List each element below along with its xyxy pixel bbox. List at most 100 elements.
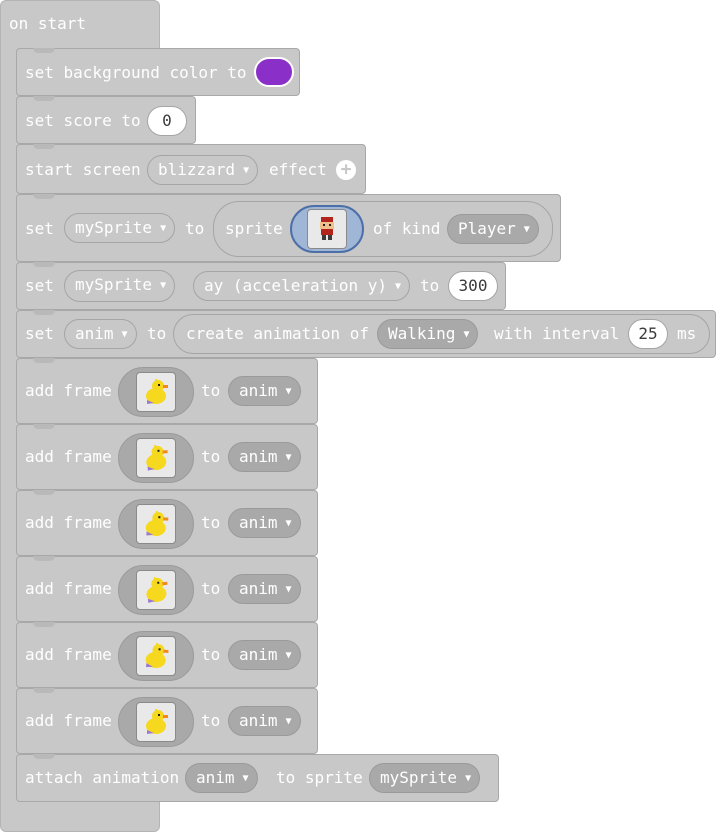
duck-frame-thumbnail bbox=[136, 372, 176, 412]
frame-image-picker[interactable] bbox=[118, 499, 194, 549]
frame-image-picker[interactable] bbox=[118, 631, 194, 681]
block-notch bbox=[33, 490, 55, 495]
duck-icon bbox=[146, 379, 168, 404]
duck-icon bbox=[146, 709, 168, 734]
chevron-down-icon: ▼ bbox=[285, 517, 292, 529]
attach-anim-dropdown[interactable]: anim ▼ bbox=[185, 763, 258, 793]
add-frame-block[interactable]: add frame to anim ▼ bbox=[16, 424, 318, 490]
frame-image-picker[interactable] bbox=[118, 367, 194, 417]
duck-icon bbox=[146, 576, 168, 603]
score-value-input[interactable]: 0 bbox=[147, 106, 187, 136]
anim-variable-value: anim bbox=[75, 324, 114, 343]
interval-value-input[interactable]: 25 bbox=[628, 319, 668, 349]
block-notch bbox=[33, 48, 55, 53]
add-frame-label: add frame bbox=[25, 513, 112, 532]
add-frame-block[interactable]: add frame to anim ▼ bbox=[16, 556, 318, 622]
duck-icon bbox=[145, 642, 169, 669]
frame-anim-dropdown[interactable]: anim ▼ bbox=[228, 376, 301, 406]
block-notch bbox=[33, 556, 55, 561]
frame-anim-value: anim bbox=[239, 381, 278, 400]
duck-frame-thumbnail bbox=[136, 702, 176, 742]
block-notch bbox=[33, 194, 55, 199]
block-notch bbox=[33, 96, 55, 101]
kind-dropdown[interactable]: Player ▼ bbox=[447, 214, 539, 244]
to-label: to bbox=[201, 447, 221, 466]
add-frame-label: add frame bbox=[25, 381, 112, 400]
chevron-down-icon: ▼ bbox=[285, 583, 292, 595]
effect-dropdown[interactable]: blizzard ▼ bbox=[147, 155, 259, 185]
block-notch bbox=[33, 358, 55, 363]
effect-dropdown-value: blizzard bbox=[158, 160, 236, 179]
frame-image-picker[interactable] bbox=[118, 565, 194, 615]
chevron-down-icon: ▼ bbox=[395, 280, 402, 292]
attach-animation-block[interactable]: attach animation anim ▼ to sprite mySprit… bbox=[16, 754, 499, 802]
frame-anim-dropdown[interactable]: anim ▼ bbox=[228, 706, 301, 736]
property-dropdown-value: ay (acceleration y) bbox=[204, 276, 388, 295]
ms-label: ms bbox=[677, 324, 697, 343]
action-dropdown[interactable]: Walking ▼ bbox=[377, 319, 479, 349]
kind-dropdown-value: Player bbox=[458, 219, 516, 238]
sprite-image-picker[interactable] bbox=[290, 205, 364, 253]
block-notch bbox=[33, 144, 55, 149]
on-start-label: on start bbox=[9, 14, 87, 33]
set-background-color-label: set background color to bbox=[25, 63, 247, 82]
sprite-of-kind-reporter[interactable]: sprite of kind Player ▼ bbox=[213, 201, 553, 257]
set-label: set bbox=[25, 324, 54, 343]
to-label: to bbox=[201, 711, 221, 730]
property-dropdown[interactable]: ay (acceleration y) ▼ bbox=[193, 271, 411, 301]
to-label: to bbox=[201, 513, 221, 532]
set-label: set bbox=[25, 219, 54, 238]
frame-anim-dropdown[interactable]: anim ▼ bbox=[228, 574, 301, 604]
chevron-down-icon: ▼ bbox=[285, 649, 292, 661]
block-notch bbox=[33, 310, 55, 315]
set-background-color-block[interactable]: set background color to bbox=[16, 48, 300, 96]
sprite-variable-value: mySprite bbox=[75, 275, 153, 294]
frame-anim-dropdown[interactable]: anim ▼ bbox=[228, 508, 301, 538]
set-score-label: set score to bbox=[25, 111, 141, 130]
add-frame-block[interactable]: add frame to anim ▼ bbox=[16, 490, 318, 556]
add-frame-block[interactable]: add frame to anim ▼ bbox=[16, 688, 318, 754]
add-frame-label: add frame bbox=[25, 711, 112, 730]
player-sprite-icon bbox=[320, 217, 334, 240]
to-label: to bbox=[201, 645, 221, 664]
duck-frame-thumbnail bbox=[136, 570, 176, 610]
plus-icon[interactable]: + bbox=[336, 160, 356, 180]
add-frame-block[interactable]: add frame to anim ▼ bbox=[16, 358, 318, 424]
create-animation-reporter[interactable]: create animation of Walking ▼ with interv… bbox=[173, 314, 710, 354]
frame-image-picker[interactable] bbox=[118, 433, 194, 483]
sprite-variable-dropdown[interactable]: mySprite ▼ bbox=[64, 270, 176, 302]
start-screen-effect-block[interactable]: start screen blizzard ▼ effect + bbox=[16, 144, 366, 194]
add-frame-label: add frame bbox=[25, 645, 112, 664]
frame-anim-value: anim bbox=[239, 513, 278, 532]
with-interval-label: with interval bbox=[494, 324, 620, 343]
chevron-down-icon: ▼ bbox=[523, 223, 530, 235]
set-acceleration-block[interactable]: set mySprite ▼ ay (acceleration y) ▼ to 30… bbox=[16, 262, 506, 310]
to-label: to bbox=[201, 579, 221, 598]
chevron-down-icon: ▼ bbox=[285, 385, 292, 397]
chevron-down-icon: ▼ bbox=[285, 715, 292, 727]
anim-variable-dropdown[interactable]: anim ▼ bbox=[64, 319, 137, 349]
attach-anim-value: anim bbox=[196, 768, 235, 787]
chevron-down-icon: ▼ bbox=[243, 164, 250, 176]
attach-animation-label: attach animation bbox=[25, 768, 180, 787]
attach-sprite-value: mySprite bbox=[380, 768, 458, 787]
background-color-swatch[interactable] bbox=[254, 57, 294, 87]
set-sprite-block[interactable]: set mySprite ▼ to sprite of kind Player ▼ bbox=[16, 194, 561, 262]
acceleration-value-input[interactable]: 300 bbox=[448, 271, 498, 301]
frame-image-picker[interactable] bbox=[118, 697, 194, 747]
to-sprite-label: to sprite bbox=[276, 768, 363, 787]
attach-sprite-dropdown[interactable]: mySprite ▼ bbox=[369, 763, 481, 793]
set-score-block[interactable]: set score to 0 bbox=[16, 96, 196, 144]
add-frame-block[interactable]: add frame to anim ▼ bbox=[16, 622, 318, 688]
set-animation-block[interactable]: set anim ▼ to create animation of Walking… bbox=[16, 310, 716, 358]
frame-anim-dropdown[interactable]: anim ▼ bbox=[228, 442, 301, 472]
frame-anim-value: anim bbox=[239, 645, 278, 664]
duck-icon bbox=[145, 510, 169, 537]
variable-dropdown-mysprite[interactable]: mySprite ▼ bbox=[64, 213, 176, 243]
player-sprite-thumbnail bbox=[307, 209, 347, 249]
frame-anim-value: anim bbox=[239, 447, 278, 466]
chevron-down-icon: ▼ bbox=[285, 451, 292, 463]
frame-anim-dropdown[interactable]: anim ▼ bbox=[228, 640, 301, 670]
duck-frame-thumbnail bbox=[136, 438, 176, 478]
chevron-down-icon: ▼ bbox=[160, 279, 167, 291]
